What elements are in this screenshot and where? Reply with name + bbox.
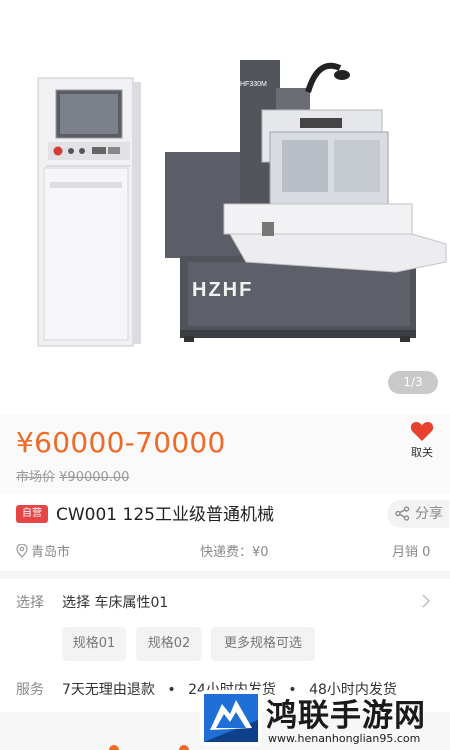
watermark-title: 鸿联手游网 bbox=[266, 698, 426, 734]
product-photo: HZHF HF330M bbox=[37, 60, 447, 347]
product-title: CW001 125工业级普通机械 bbox=[56, 505, 274, 525]
image-pager: 1/3 bbox=[388, 371, 438, 394]
price-range: ¥60000-70000 bbox=[16, 426, 226, 459]
product-image[interactable]: HZHF HF330M 1/3 bbox=[0, 0, 450, 414]
brand-mark: HZHF bbox=[192, 279, 253, 301]
market-price-value: ¥90000.00 bbox=[59, 470, 130, 485]
shipping-fee: 快递费：¥0 bbox=[200, 545, 269, 560]
location: 青岛市 bbox=[16, 541, 70, 560]
market-price-label: 市场价 bbox=[16, 470, 56, 485]
spec-option-chip[interactable]: 更多规格可选 bbox=[211, 627, 315, 661]
decorative-dots bbox=[109, 745, 189, 750]
chevron-right-icon bbox=[422, 594, 430, 608]
service-row-label: 服务 bbox=[16, 682, 44, 698]
section-divider bbox=[0, 571, 450, 579]
heart-icon bbox=[410, 421, 434, 441]
share-icon bbox=[395, 506, 410, 521]
self-operated-badge: 自营 bbox=[16, 505, 48, 523]
spec-option-chip[interactable]: 规格02 bbox=[136, 627, 202, 661]
service-item: 7天无理由退款 bbox=[62, 682, 155, 698]
favorite-label: 取关 bbox=[411, 446, 433, 459]
watermark-url: www.henanhonglian95.com bbox=[268, 732, 421, 745]
share-button[interactable]: 分享 bbox=[387, 500, 449, 528]
share-label: 分享 bbox=[415, 506, 443, 522]
watermark-logo bbox=[200, 690, 262, 746]
select-row-label: 选择 bbox=[16, 595, 44, 611]
spec-option-chip[interactable]: 规格01 bbox=[62, 627, 126, 661]
market-price: 市场价 ¥90000.00 bbox=[16, 466, 129, 485]
location-text: 青岛市 bbox=[31, 545, 71, 560]
service-separator: • bbox=[167, 682, 176, 698]
select-row-value: 选择 车床属性01 bbox=[62, 595, 169, 611]
model-plate: HF330M bbox=[240, 81, 267, 88]
location-pin-icon bbox=[16, 543, 28, 558]
monthly-sales: 月销 0 bbox=[392, 545, 431, 560]
favorite-button[interactable]: 取关 bbox=[404, 420, 440, 460]
